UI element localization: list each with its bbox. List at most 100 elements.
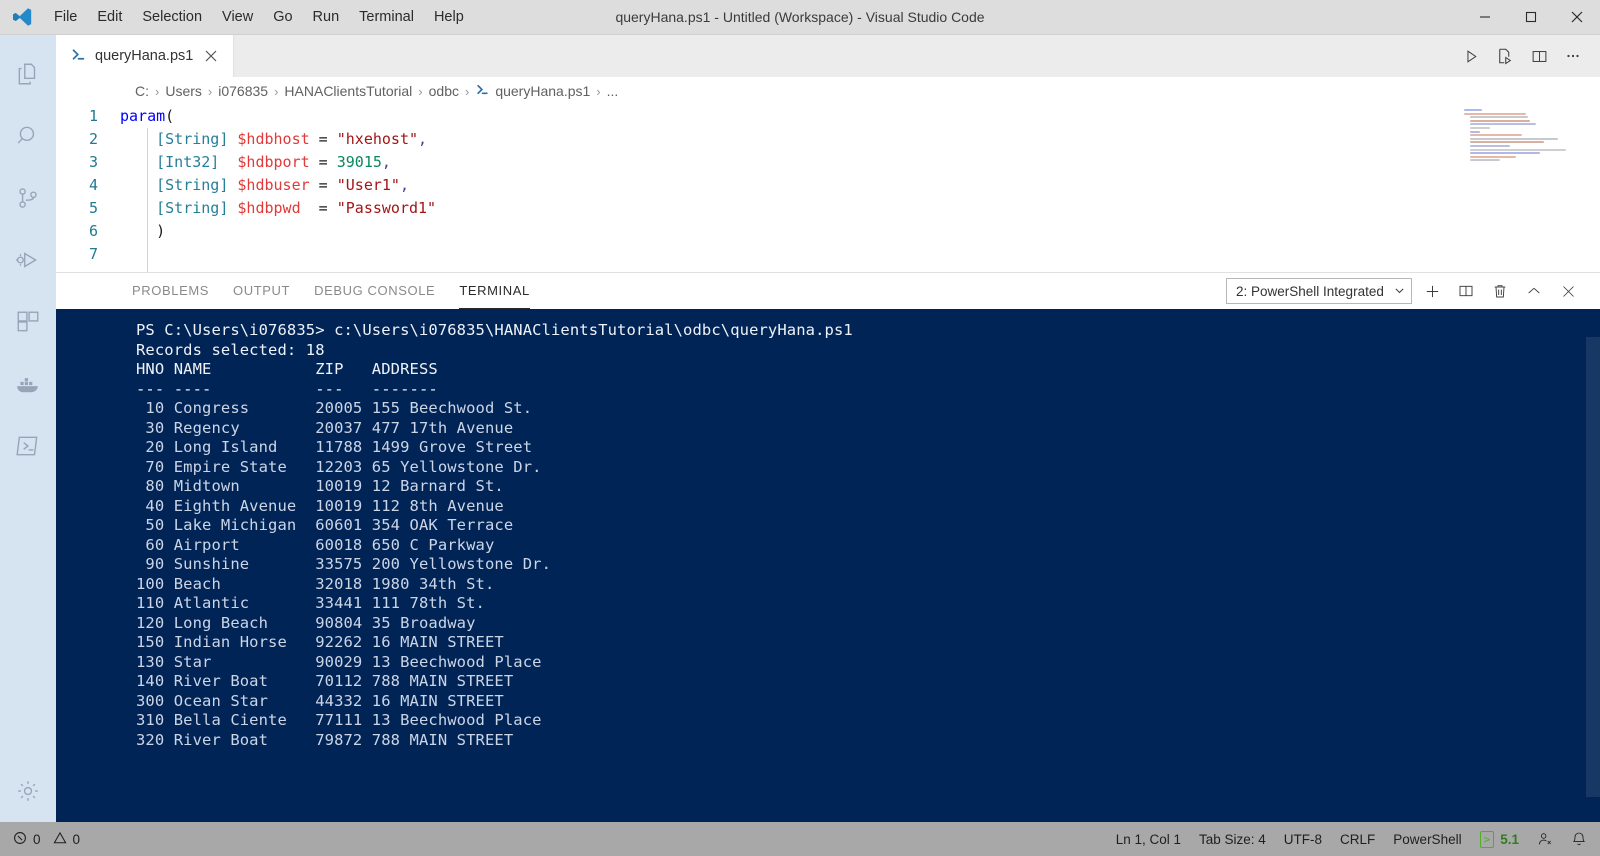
terminal-selector-value: 2: PowerShell Integrated: [1236, 283, 1384, 299]
status-cursor-position[interactable]: Ln 1, Col 1: [1107, 822, 1190, 856]
tab-output[interactable]: OUTPUT: [233, 273, 290, 309]
code-token: ,: [418, 130, 428, 148]
terminal-table-header: HNO NAME ZIP ADDRESS: [136, 360, 438, 378]
close-window-button[interactable]: [1554, 0, 1600, 35]
code-token: [Int32]: [156, 153, 220, 171]
split-editor-icon[interactable]: [1524, 41, 1554, 71]
sidebar-item-search[interactable]: [0, 105, 56, 167]
minimap-line: [1470, 126, 1490, 129]
minimap-line: [1470, 159, 1500, 162]
line-number: 5: [88, 199, 98, 217]
vscode-window: File Edit Selection View Go Run Terminal…: [0, 0, 1600, 856]
menu-help[interactable]: Help: [424, 0, 474, 35]
terminal-selector-dropdown[interactable]: 2: PowerShell Integrated: [1226, 278, 1412, 304]
sidebar-item-extensions[interactable]: [0, 291, 56, 353]
code-token: $hdbport: [237, 153, 310, 171]
manage-settings-button[interactable]: [0, 760, 56, 822]
sidebar-item-run-and-debug[interactable]: [0, 229, 56, 291]
tab-label: queryHana.ps1: [95, 48, 194, 64]
menu-view[interactable]: View: [212, 0, 263, 35]
terminal-row: 110 Atlantic 33441 111 78th St.: [136, 594, 485, 612]
tab-debug-console[interactable]: DEBUG CONSOLE: [314, 273, 435, 309]
status-language-mode[interactable]: PowerShell: [1384, 822, 1470, 856]
tab-queryhana-ps1[interactable]: queryHana.ps1: [56, 35, 235, 77]
line-number-gutter: 1 2 3 4 5 6 7: [56, 105, 114, 272]
code-token: $hdbpwd: [237, 199, 301, 217]
code-token: $hdbuser: [237, 176, 310, 194]
terminal-view[interactable]: PS C:\Users\i076835> c:\Users\i076835\HA…: [56, 309, 1600, 822]
code-token: [String]: [156, 130, 229, 148]
sidebar-item-source-control[interactable]: [0, 167, 56, 229]
menu-selection[interactable]: Selection: [132, 0, 212, 35]
tab-problems[interactable]: PROBLEMS: [132, 273, 209, 309]
ellipsis-icon[interactable]: [1558, 41, 1588, 71]
split-terminal-button[interactable]: [1452, 277, 1480, 305]
tab-close-icon[interactable]: [201, 46, 221, 66]
breadcrumb-item-more[interactable]: ...: [604, 83, 622, 99]
menu-go[interactable]: Go: [263, 0, 302, 35]
minimap-line: [1470, 116, 1528, 119]
status-encoding[interactable]: UTF-8: [1275, 822, 1331, 856]
minimap-line: [1470, 141, 1544, 144]
terminal-row: 140 River Boat 70112 788 MAIN STREET: [136, 672, 514, 690]
sidebar-item-explorer[interactable]: [0, 43, 56, 105]
sidebar-item-powershell[interactable]: [0, 415, 56, 477]
breadcrumb-item-users[interactable]: Users: [162, 83, 205, 99]
status-eol[interactable]: CRLF: [1331, 822, 1384, 856]
minimap-line: [1464, 109, 1482, 111]
code-token: [String]: [156, 199, 229, 217]
code-token: =: [309, 153, 337, 171]
terminal-table-rule: --- ---- --- -------: [136, 379, 438, 398]
code-editor[interactable]: 1 2 3 4 5 6 7 param( [String] $hdbhost =…: [56, 105, 1600, 272]
terminal-row: 80 Midtown 10019 12 Barnard St.: [136, 477, 504, 495]
status-remote-account[interactable]: [1528, 822, 1562, 856]
tab-terminal[interactable]: TERMINAL: [459, 273, 530, 309]
editor-actions: [1456, 35, 1600, 77]
menu-file[interactable]: File: [44, 0, 87, 35]
code-token: =: [309, 176, 337, 194]
breadcrumb-item-drive[interactable]: C:: [132, 83, 152, 99]
code-token: (: [165, 107, 175, 125]
breadcrumb-item-user[interactable]: i076835: [215, 83, 271, 99]
line-number: 7: [88, 245, 98, 263]
status-powershell-version[interactable]: > 5.1: [1471, 822, 1528, 856]
minimize-button[interactable]: [1462, 0, 1508, 35]
status-notifications[interactable]: [1562, 822, 1596, 856]
menu-run[interactable]: Run: [303, 0, 350, 35]
breadcrumb-item-file[interactable]: queryHana.ps1: [472, 82, 593, 100]
hide-panel-button[interactable]: [1520, 277, 1548, 305]
code-token: ,: [381, 153, 391, 171]
maximize-restore-button[interactable]: [1508, 0, 1554, 35]
breadcrumb-item-hanaclientstutorial[interactable]: HANAClientsTutorial: [281, 83, 415, 99]
breadcrumb-item-odbc[interactable]: odbc: [426, 83, 462, 99]
breadcrumb-separator: ›: [274, 83, 279, 99]
terminal-scrollbar[interactable]: [1586, 337, 1600, 797]
code-content[interactable]: param( [String] $hdbhost = "hxehost", [I…: [114, 105, 1600, 272]
sidebar-item-docker[interactable]: [0, 353, 56, 415]
terminal-row: 70 Empire State 12203 65 Yellowstone Dr.: [136, 457, 542, 476]
menu-edit[interactable]: Edit: [87, 0, 132, 35]
run-file-icon[interactable]: [1490, 41, 1520, 71]
code-token: "hxehost": [336, 130, 419, 148]
status-tab-size[interactable]: Tab Size: 4: [1190, 822, 1275, 856]
play-icon[interactable]: [1456, 41, 1486, 71]
new-terminal-button[interactable]: [1418, 277, 1446, 305]
status-problems[interactable]: 0 0: [4, 822, 89, 856]
kill-terminal-button[interactable]: [1486, 277, 1514, 305]
menu-terminal[interactable]: Terminal: [349, 0, 424, 35]
code-token: ,: [399, 176, 409, 194]
breadcrumb-separator: ›: [207, 83, 213, 99]
terminal-row: 300 Ocean Star 44332 16 MAIN STREET: [136, 691, 504, 710]
terminal-row: 130 Star 90029 13 Beechwood Place: [136, 652, 542, 671]
terminal-row: 120 Long Beach 90804 35 Broadway: [136, 613, 476, 632]
terminal-output: PS C:\Users\i076835> c:\Users\i076835\HA…: [56, 321, 1600, 750]
close-panel-button[interactable]: [1554, 277, 1582, 305]
line-number: 3: [88, 153, 98, 171]
line-number: 2: [88, 130, 98, 148]
terminal-records-line: Records selected: 18: [136, 340, 325, 359]
minimap-line: [1470, 134, 1522, 137]
code-token: param: [120, 107, 166, 125]
minimap[interactable]: [1458, 109, 1586, 169]
chevron-down-icon: [1394, 284, 1405, 299]
